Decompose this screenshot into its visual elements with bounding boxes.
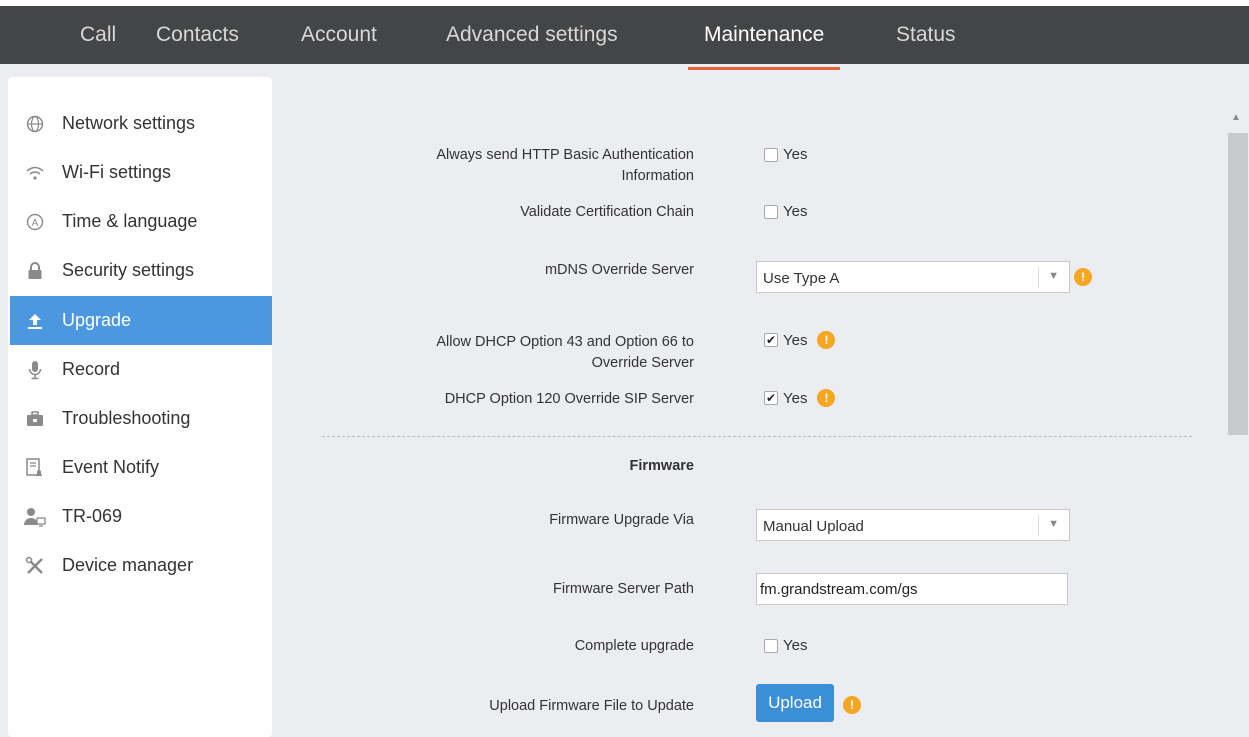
upgrade-via-label: Firmware Upgrade Via [549, 512, 694, 528]
sidebar-item-security-settings[interactable]: Security settings [10, 246, 272, 295]
tab-advanced-settings[interactable]: Advanced settings [446, 12, 618, 64]
dhcp120-checkbox[interactable]: ✔ [764, 391, 778, 405]
chevron-down-icon: ▼ [1048, 518, 1059, 530]
sidebar-item-label: Event Notify [62, 457, 160, 477]
tab-label: Contacts [156, 23, 239, 46]
complete-upgrade-checkbox[interactable] [764, 638, 778, 653]
sidebar-item-label: Device manager [62, 555, 194, 575]
select-value: Manual Upload [763, 518, 864, 535]
globe-icon [24, 113, 46, 135]
sidebar-item-wifi-settings[interactable]: Wi-Fi settings [10, 148, 272, 197]
tab-label: Maintenance [704, 23, 825, 46]
dhcp43-checkbox[interactable]: ✔ [764, 333, 778, 347]
http-auth-checkbox[interactable] [764, 147, 778, 162]
dhcp120-label: DHCP Option 120 Override SIP Server [444, 391, 694, 407]
server-path-input[interactable] [756, 573, 1068, 605]
tab-status[interactable]: Status [896, 12, 956, 64]
dhcp43-label: Allow DHCP Option 43 and Option 66 to Ov… [436, 332, 694, 374]
sidebar-item-label: Time & language [62, 211, 198, 231]
sidebar-item-label: TR-069 [62, 506, 123, 526]
select-separator [1038, 267, 1039, 288]
validate-chain-checkbox[interactable] [764, 204, 778, 219]
upload-file-label: Upload Firmware File to Update [489, 698, 694, 714]
checkbox-label: Yes [783, 203, 808, 220]
sidebar-item-record[interactable]: Record [10, 345, 272, 394]
sidebar-item-event-notify[interactable]: Event Notify [10, 443, 272, 492]
tab-label: Status [896, 23, 956, 46]
sidebar-item-tr-069[interactable]: TR-069 [10, 492, 272, 541]
section-divider [322, 436, 1192, 437]
tab-contacts[interactable]: Contacts [156, 12, 239, 64]
sidebar-item-upgrade[interactable]: Upgrade [10, 296, 272, 345]
mdns-select[interactable]: Use Type A ▼ [756, 261, 1070, 293]
checkbox-label: Yes [783, 389, 808, 407]
validate-chain-option: Yes [764, 203, 807, 220]
sidebar-item-time-language[interactable]: A Time & language [10, 197, 272, 246]
top-navigation-bar: Call Contacts Account Advanced settings … [0, 0, 1249, 70]
upload-button[interactable]: Upload [756, 684, 834, 722]
toolbox-icon [24, 408, 46, 430]
sidebar-item-troubleshooting[interactable]: Troubleshooting [10, 394, 272, 443]
select-separator [1038, 515, 1039, 536]
http-auth-label: Always send HTTP Basic Authentication In… [436, 145, 694, 187]
label-line: Override Server [591, 355, 694, 371]
label-line: Always send HTTP Basic Authentication [436, 147, 694, 163]
validate-chain-label: Validate Certification Chain [520, 204, 694, 220]
sidebar-item-device-manager[interactable]: Device manager [10, 541, 272, 590]
tab-account[interactable]: Account [301, 12, 377, 64]
svg-text:A: A [32, 218, 39, 229]
language-icon: A [24, 211, 46, 233]
wifi-icon [24, 162, 46, 184]
sidebar-item-label: Troubleshooting [62, 408, 191, 428]
server-path-label: Firmware Server Path [552, 581, 694, 597]
upgrade-via-select[interactable]: Manual Upload ▼ [756, 509, 1070, 541]
warning-icon[interactable]: ! [843, 696, 861, 714]
sidebar-item-network-settings[interactable]: Network settings [10, 99, 272, 148]
http-auth-option: Yes [764, 146, 807, 163]
user-device-icon [24, 506, 46, 528]
warning-icon[interactable]: ! [817, 389, 836, 407]
tab-label: Call [80, 23, 117, 46]
sidebar-item-label: Upgrade [62, 310, 132, 330]
tab-call[interactable]: Call [80, 12, 116, 64]
sidebar-item-label: Network settings [62, 113, 196, 133]
sidebar-item-label: Record [62, 359, 121, 379]
sidebar-item-label: Security settings [62, 260, 195, 280]
label-line: Allow DHCP Option 43 and Option 66 to [436, 334, 694, 350]
dhcp43-option: ✔ Yes ! [764, 331, 836, 349]
lock-icon [24, 260, 46, 282]
warning-icon[interactable]: ! [817, 331, 836, 349]
select-value: Use Type A [763, 270, 840, 287]
tab-label: Advanced settings [446, 23, 618, 46]
notification-icon [24, 457, 46, 479]
complete-upgrade-label: Complete upgrade [574, 638, 694, 654]
checkbox-label: Yes [783, 331, 808, 349]
tab-maintenance[interactable]: Maintenance [688, 12, 841, 70]
microphone-icon [24, 359, 46, 381]
warning-icon[interactable]: ! [1074, 268, 1092, 286]
label-line: Information [621, 168, 694, 184]
upload-icon [24, 310, 46, 332]
tools-icon [24, 555, 46, 577]
complete-upgrade-option: Yes [764, 637, 807, 654]
checkbox-label: Yes [783, 637, 808, 654]
dhcp120-option: ✔ Yes ! [764, 389, 836, 407]
sidebar: Network settings Wi-Fi settings A Time &… [8, 77, 272, 737]
mdns-label: mDNS Override Server [544, 262, 694, 278]
sidebar-item-label: Wi-Fi settings [62, 162, 172, 182]
firmware-section-heading: Firmware [629, 458, 694, 474]
tab-label: Account [301, 23, 377, 46]
chevron-down-icon: ▼ [1048, 270, 1059, 282]
scrollbar-thumb[interactable] [1228, 133, 1248, 435]
upgrade-settings-form: Always send HTTP Basic Authentication In… [272, 64, 1226, 722]
checkbox-label: Yes [783, 146, 808, 163]
scroll-up-arrow-icon[interactable]: ▲ [1231, 112, 1241, 123]
